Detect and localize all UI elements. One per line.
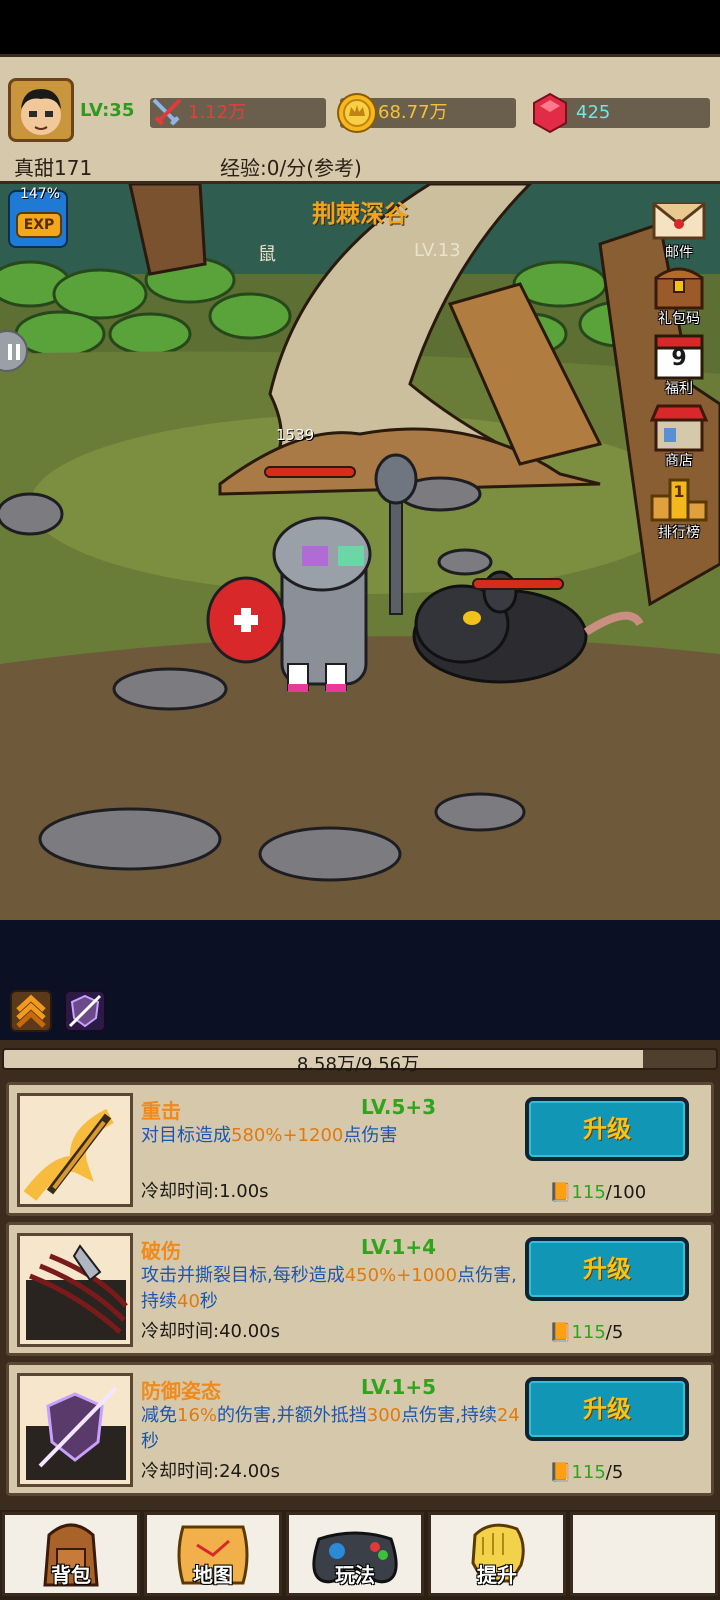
gold-coin-icon <box>336 92 378 138</box>
enemy-level: LV.13 <box>414 240 461 261</box>
leaderboard-badge: 1 <box>673 482 685 501</box>
upgrade-button[interactable]: 升级 <box>525 1097 689 1161</box>
nav-empty-slot[interactable] <box>570 1512 718 1596</box>
mail-button[interactable]: 邮件 <box>648 194 710 261</box>
nav-map-label: 地图 <box>193 1563 233 1587</box>
skill-level: LV.1+4 <box>361 1235 437 1259</box>
skill-book-icon: 📙 <box>549 1462 572 1483</box>
player-avatar[interactable] <box>8 78 74 142</box>
welfare-badge: 9 <box>671 346 687 371</box>
stage-title: 荆棘深谷 <box>312 200 408 228</box>
skill-book-cost: 📙115/100 <box>549 1182 647 1203</box>
gems-value: 425 <box>576 102 611 123</box>
exp-boost-percent: 147% <box>19 186 61 202</box>
flaming-blade-icon <box>17 1093 133 1207</box>
mail-label: 邮件 <box>665 245 693 261</box>
nav-upgrade-label: 提升 <box>477 1563 517 1587</box>
skill-book-icon: 📙 <box>549 1182 572 1203</box>
nav-gameplay[interactable]: 玩法 <box>286 1512 424 1596</box>
skill-level: LV.5+3 <box>361 1095 437 1119</box>
upgrade-button[interactable]: 升级 <box>525 1377 689 1441</box>
treasure-chest-icon <box>654 267 704 310</box>
skill-cooldown: 冷却时间:24.00s <box>141 1461 280 1482</box>
skill-description: 攻击并撕裂目标,每秒造成450%+1000点伤害,持续40秒 <box>141 1265 517 1312</box>
welfare-button[interactable]: 9 福利 <box>648 330 710 397</box>
skill-book-icon: 📙 <box>549 1322 572 1343</box>
combat-power-value: 1.12万 <box>188 102 247 123</box>
shield-strike-buff-icon[interactable] <box>64 990 106 1032</box>
player-name: 真甜171 <box>14 156 93 180</box>
skill-row-lacerate: 破伤 LV.1+4 攻击并撕裂目标,每秒造成450%+1000点伤害,持续40秒… <box>6 1222 714 1356</box>
red-gem-icon <box>530 92 570 138</box>
skill-name: 防御姿态 <box>141 1379 221 1403</box>
leaderboard-button[interactable]: 1 排行榜 <box>648 474 710 541</box>
shop-icon <box>649 404 709 452</box>
shop-button[interactable]: 商店 <box>648 402 710 469</box>
skill-description: 对目标造成580%+1200点伤害 <box>141 1125 398 1146</box>
welfare-label: 福利 <box>665 381 693 397</box>
skill-name: 破伤 <box>141 1239 181 1263</box>
rank-chevron-buff-icon[interactable] <box>10 990 52 1032</box>
skill-row-defensive-stance: 防御姿态 LV.1+5 减免16%的伤害,并额外抵挡300点伤害,持续24秒 冷… <box>6 1362 714 1496</box>
enemy-name: 鼠 <box>258 244 276 265</box>
gold-value: 68.77万 <box>378 102 448 123</box>
skill-name: 重击 <box>141 1099 181 1123</box>
nav-backpack[interactable]: 背包 <box>2 1512 140 1596</box>
skill-description: 减免16%的伤害,并额外抵挡300点伤害,持续24秒 <box>141 1405 520 1452</box>
nav-backpack-label: 背包 <box>51 1563 91 1587</box>
gift-code-label: 礼包码 <box>658 311 700 327</box>
experience-progress-text: 8.58万/9.56万 <box>296 1054 420 1075</box>
battle-scene <box>0 184 720 920</box>
skill-cooldown: 冷却时间:40.00s <box>141 1321 280 1342</box>
damage-number: 1539 <box>276 426 315 444</box>
nav-gameplay-label: 玩法 <box>335 1563 375 1587</box>
enemy-hp-bar <box>472 578 564 590</box>
upgrade-button[interactable]: 升级 <box>525 1237 689 1301</box>
crossed-swords-icon <box>150 96 184 134</box>
player-level: LV:35 <box>80 100 135 121</box>
skill-book-cost: 📙115/5 <box>549 1322 624 1343</box>
exp-icon: EXP <box>16 212 62 238</box>
skill-cooldown: 冷却时间:1.00s <box>141 1181 269 1202</box>
nav-map[interactable]: 地图 <box>144 1512 282 1596</box>
shield-strike-icon <box>17 1373 133 1487</box>
gift-code-button[interactable]: 礼包码 <box>648 260 710 327</box>
skill-level: LV.1+5 <box>361 1375 437 1399</box>
claw-slash-icon <box>17 1233 133 1347</box>
exp-boost-button[interactable]: 147% EXP <box>8 186 68 248</box>
skill-book-cost: 📙115/5 <box>549 1462 624 1483</box>
exp-rate-text: 经验:0/分(参考) <box>220 156 362 180</box>
skill-row-heavy-strike: 重击 LV.5+3 对目标造成580%+1200点伤害 冷却时间:1.00s 升… <box>6 1082 714 1216</box>
leaderboard-label: 排行榜 <box>658 525 700 541</box>
nav-upgrade[interactable]: 提升 <box>428 1512 566 1596</box>
mail-envelope-icon <box>652 202 706 240</box>
player-hp-bar <box>264 466 356 478</box>
buff-bar-area <box>0 920 720 1040</box>
shop-label: 商店 <box>665 453 693 469</box>
